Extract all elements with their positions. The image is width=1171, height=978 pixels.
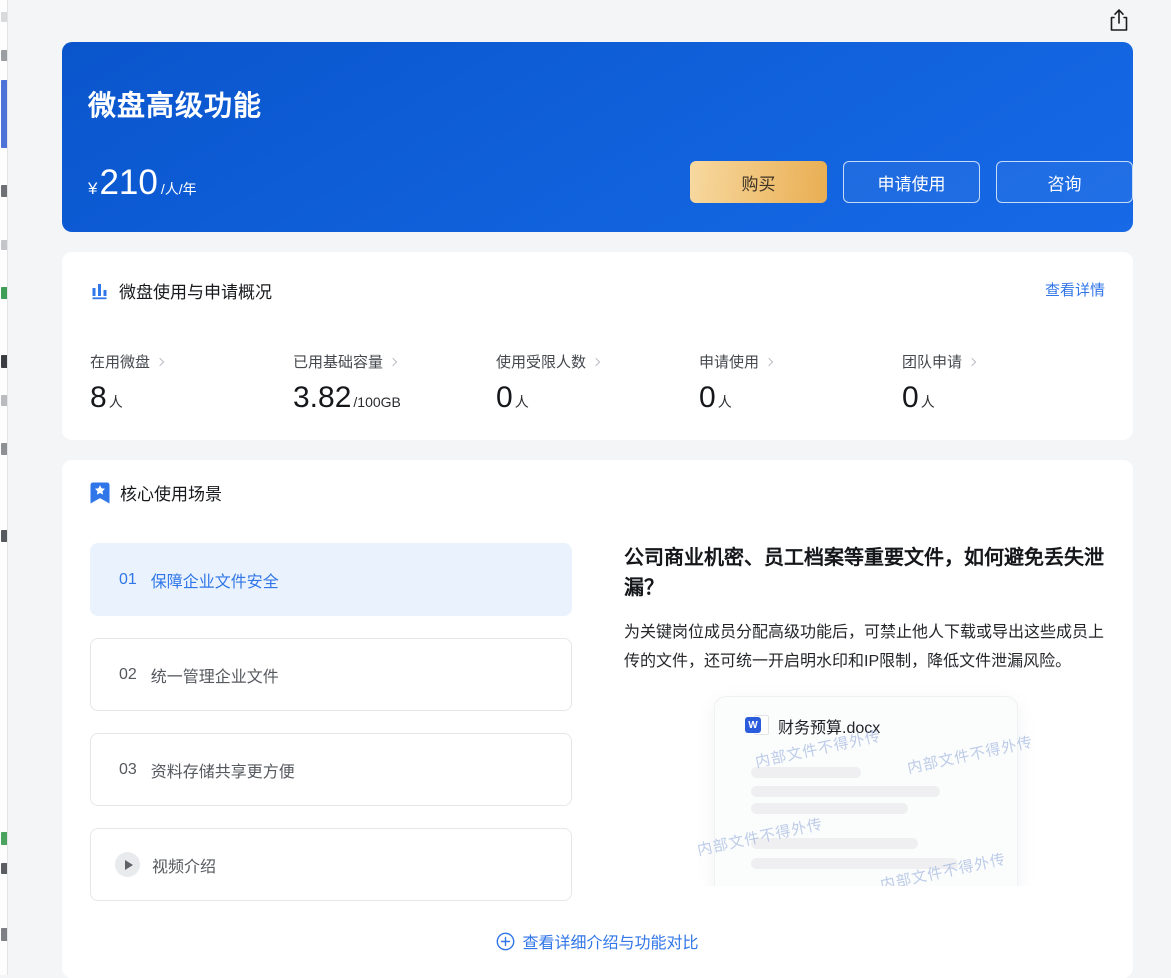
play-icon — [115, 852, 140, 877]
window-fragment — [1, 530, 7, 542]
document-mockup: W 财务预算.docx 内部文件不得外传 内部文件不得外传 内部文件不得外传 内… — [624, 686, 1107, 886]
stat-label-link[interactable]: 团队申请 — [902, 351, 1105, 372]
window-fragment — [1, 50, 7, 61]
window-fragment — [1, 928, 7, 941]
overview-title: 微盘使用与申请概况 — [119, 283, 272, 302]
stat-label-link[interactable]: 使用受限人数 — [496, 351, 699, 372]
stat-used-capacity: 已用基础容量 3.82 /100GB — [293, 351, 496, 415]
stat-label: 已用基础容量 — [293, 354, 384, 371]
price-currency: ¥ — [88, 179, 98, 198]
banner-card: 微盘高级功能 ¥ 210 /人/年 购买 申请使用 咨询 — [62, 42, 1133, 232]
scenario-label: 统一管理企业文件 — [150, 668, 279, 686]
compare-features-label: 查看详细介绍与功能对比 — [522, 935, 699, 952]
price-unit: /人/年 — [160, 181, 197, 197]
text-placeholder-line — [751, 786, 940, 797]
page-title: 微盘高级功能 — [88, 90, 263, 121]
price-amount: 210 — [99, 163, 158, 202]
window-fragment — [1, 395, 7, 406]
scenario-item-storage-sharing[interactable]: 03 资料存储共享更方便 — [90, 733, 572, 806]
stat-suffix: 人 — [514, 394, 529, 410]
chevron-right-icon — [591, 357, 601, 366]
scenario-number: 02 — [119, 665, 137, 683]
scenarios-card: 核心使用场景 01 保障企业文件安全 02 统一管理企业文件 03 资料存储共享… — [62, 460, 1133, 978]
window-fragment — [1, 240, 7, 250]
stat-label-link[interactable]: 已用基础容量 — [293, 351, 496, 372]
banner-actions: 购买 申请使用 咨询 — [690, 161, 1133, 203]
window-fragment — [1, 185, 7, 197]
background-window-sliver — [0, 0, 8, 975]
window-fragment — [1, 863, 7, 874]
window-fragment — [1, 832, 7, 845]
stat-label: 团队申请 — [902, 354, 963, 371]
document-file-name: 财务预算.docx — [778, 720, 881, 737]
text-placeholder-line — [751, 858, 958, 869]
view-details-link[interactable]: 查看详情 — [1045, 279, 1105, 300]
video-intro-label: 视频介绍 — [152, 858, 217, 876]
stats-row: 在用微盘 8 人 已用基础容量 3.82 /100GB 使用受限人数 0 人 申… — [90, 351, 1105, 415]
price: ¥ 210 /人/年 — [88, 163, 197, 203]
word-doc-icon: W — [745, 715, 769, 737]
stat-suffix: 人 — [717, 394, 732, 410]
stat-label: 申请使用 — [699, 354, 760, 371]
window-fragment — [1, 355, 7, 368]
window-fragment — [1, 287, 7, 299]
chevron-right-icon — [155, 357, 165, 366]
stat-value: 0 — [902, 381, 919, 414]
scenario-detail-heading: 公司商业机密、员工档案等重要文件，如何避免丢失泄漏？ — [624, 547, 1104, 599]
share-icon[interactable] — [1105, 6, 1133, 34]
plus-circle-icon — [497, 932, 515, 950]
scenario-detail-body: 为关键岗位成员分配高级功能后，可禁止他人下载或导出这些成员上传的文件，还可统一开… — [624, 624, 1105, 670]
stat-value: 8 — [90, 381, 107, 414]
stat-active-drive: 在用微盘 8 人 — [90, 351, 293, 415]
bar-chart-icon — [90, 281, 109, 300]
window-fragment-selected — [1, 80, 7, 148]
chevron-right-icon — [388, 357, 398, 366]
scenario-list: 01 保障企业文件安全 02 统一管理企业文件 03 资料存储共享更方便 视频介… — [90, 543, 572, 901]
scenarios-title: 核心使用场景 — [120, 485, 222, 504]
stat-apply-use: 申请使用 0 人 — [699, 351, 902, 415]
scenario-label: 资料存储共享更方便 — [150, 763, 295, 781]
scenario-item-file-security[interactable]: 01 保障企业文件安全 — [90, 543, 572, 616]
document-page: W 财务预算.docx — [714, 696, 1018, 886]
text-placeholder-line — [751, 767, 861, 778]
main-panel: 微盘高级功能 ¥ 210 /人/年 购买 申请使用 咨询 微盘使用与申请概况 查… — [62, 0, 1133, 978]
text-placeholder-line — [751, 838, 918, 849]
stat-value: 0 — [496, 381, 513, 414]
window-fragment — [1, 443, 7, 455]
video-intro-item[interactable]: 视频介绍 — [90, 828, 572, 901]
buy-button[interactable]: 购买 — [690, 161, 827, 203]
stat-restricted-users: 使用受限人数 0 人 — [496, 351, 699, 415]
chevron-right-icon — [764, 357, 774, 366]
text-placeholder-line — [751, 803, 908, 814]
stat-label: 使用受限人数 — [496, 354, 587, 371]
stat-value: 0 — [699, 381, 716, 414]
apply-button[interactable]: 申请使用 — [843, 161, 980, 203]
stat-suffix: 人 — [108, 394, 123, 410]
stat-value: 3.82 — [293, 381, 352, 414]
compare-features-link[interactable]: 查看详细介绍与功能对比 — [496, 929, 699, 953]
scenario-detail: 公司商业机密、员工档案等重要文件，如何避免丢失泄漏？ 为关键岗位成员分配高级功能… — [624, 543, 1107, 901]
stat-suffix: /100GB — [353, 394, 401, 410]
window-fragment — [1, 12, 7, 22]
stat-label-link[interactable]: 申请使用 — [699, 351, 902, 372]
stat-label-link[interactable]: 在用微盘 — [90, 351, 293, 372]
scenario-item-unified-management[interactable]: 02 统一管理企业文件 — [90, 638, 572, 711]
scenario-label: 保障企业文件安全 — [150, 573, 279, 591]
bookmark-star-icon — [90, 482, 110, 504]
chevron-right-icon — [967, 357, 977, 366]
overview-card: 微盘使用与申请概况 查看详情 在用微盘 8 人 已用基础容量 3.82 /100… — [62, 252, 1133, 440]
scenario-number: 01 — [119, 570, 137, 588]
stat-label: 在用微盘 — [90, 354, 151, 371]
consult-button[interactable]: 咨询 — [996, 161, 1133, 203]
stat-team-apply: 团队申请 0 人 — [902, 351, 1105, 415]
scenario-number: 03 — [119, 760, 137, 778]
stat-suffix: 人 — [920, 394, 935, 410]
